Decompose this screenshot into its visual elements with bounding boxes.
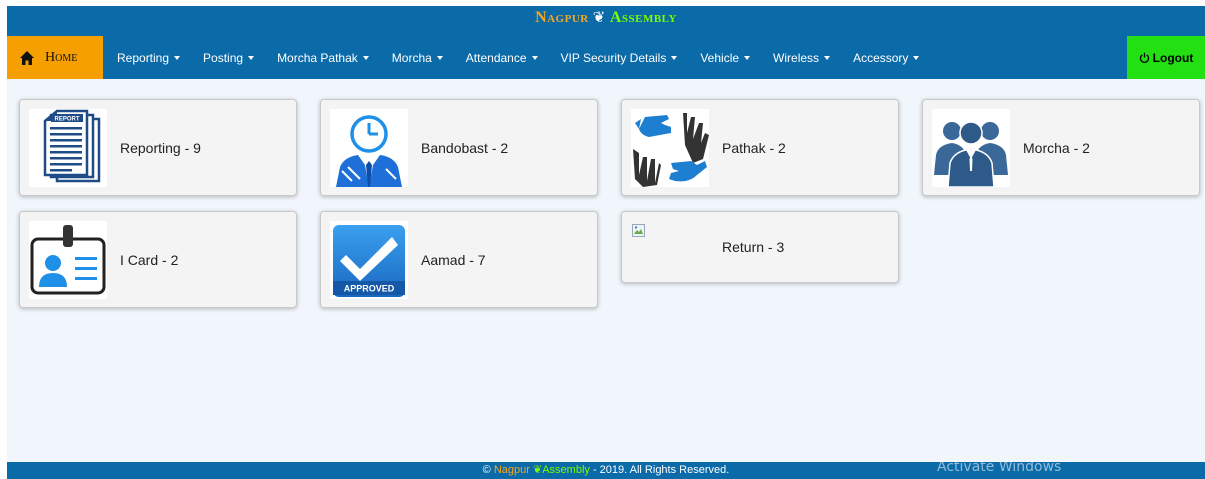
home-label: Home [45, 49, 78, 65]
brand-separator-icon: ❦ [592, 10, 606, 26]
tile-label: Aamad - 7 [421, 251, 486, 268]
nav-item-wireless[interactable]: Wireless [773, 51, 831, 65]
tile-label: Reporting - 9 [120, 139, 201, 156]
nav-item-morcha-pathak[interactable]: Morcha Pathak [277, 51, 369, 65]
nav-item-posting[interactable]: Posting [203, 51, 255, 65]
nav-item-vehicle[interactable]: Vehicle [700, 51, 751, 65]
chevron-down-icon [913, 56, 920, 61]
nav-menu: Reporting Posting Morcha Pathak Morcha A… [117, 36, 942, 79]
tile-label: Bandobast - 2 [421, 139, 509, 156]
page-frame: Nagpur ❦ Assembly Home Reporting Posting M… [7, 6, 1205, 479]
tile-aamad[interactable]: APPROVED Aamad - 7 [320, 211, 598, 308]
nav-item-accessory[interactable]: Accessory [853, 51, 920, 65]
tile-label: I Card - 2 [120, 251, 179, 268]
tile-icard[interactable]: I Card - 2 [19, 211, 297, 308]
approved-badge-text: APPROVED [344, 284, 395, 294]
tile-morcha[interactable]: Morcha - 2 [922, 99, 1200, 196]
svg-text:REPORT: REPORT [54, 117, 79, 123]
brand-part1: Nagpur [535, 9, 589, 26]
nav-item-reporting[interactable]: Reporting [117, 51, 181, 65]
nav-item-morcha[interactable]: Morcha [392, 51, 443, 65]
copyright-symbol: © [482, 464, 491, 476]
nav-item-vip-security[interactable]: VIP Security Details [561, 51, 678, 65]
logout-label: Logout [1152, 50, 1194, 65]
footer-rights-text: - 2019. All Rights Reserved. [592, 464, 730, 476]
footer-brand-separator-icon: ❦ [532, 464, 543, 476]
power-icon [1139, 52, 1149, 63]
home-icon [20, 50, 34, 65]
tile-return[interactable]: Return - 3 [621, 211, 899, 283]
chevron-down-icon [436, 56, 443, 61]
nav-item-attendance[interactable]: Attendance [466, 51, 538, 65]
chevron-down-icon [174, 56, 181, 61]
chevron-down-icon [248, 56, 255, 61]
chevron-down-icon [362, 56, 369, 61]
footer-brand-part1: Nagpur [493, 464, 530, 476]
tile-label: Pathak - 2 [722, 139, 786, 156]
tile-label: Return - 3 [722, 239, 785, 255]
tile-bandobast[interactable]: Bandobast - 2 [320, 99, 598, 196]
activate-windows-watermark: Activate Windows [937, 459, 1062, 475]
brand-header: Nagpur ❦ Assembly [7, 6, 1205, 30]
chevron-down-icon [671, 56, 678, 61]
footer-brand-part2: Assembly [542, 464, 590, 476]
id-card-icon [29, 221, 107, 299]
tile-pathak[interactable]: Pathak - 2 [621, 99, 899, 196]
logout-button[interactable]: Logout [1127, 36, 1205, 79]
clock-person-icon [330, 109, 408, 187]
approved-check-icon: APPROVED [330, 221, 408, 299]
home-button[interactable]: Home [7, 36, 103, 79]
chevron-down-icon [531, 56, 538, 61]
tile-label: Morcha - 2 [1023, 139, 1090, 156]
chevron-down-icon [824, 56, 831, 61]
site-title: Nagpur ❦ Assembly [7, 6, 1205, 30]
broken-image-icon [632, 224, 645, 237]
gloves-icon [631, 109, 709, 187]
tile-reporting[interactable]: REPORT Reporting - 9 [19, 99, 297, 196]
main-navbar: Home Reporting Posting Morcha Pathak Mor… [7, 30, 1205, 79]
report-document-icon: REPORT [29, 109, 107, 187]
chevron-down-icon [744, 56, 751, 61]
group-people-icon [932, 109, 1010, 187]
brand-part2: Assembly [609, 9, 677, 26]
